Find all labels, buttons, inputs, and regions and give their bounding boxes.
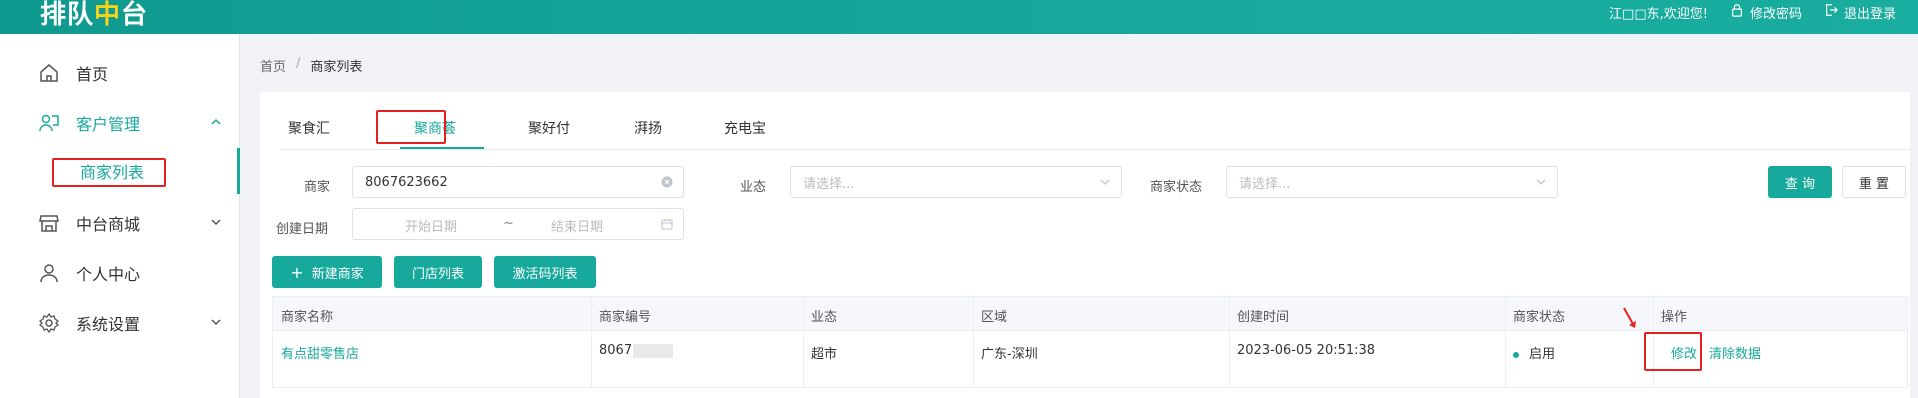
column-header-actions: 操作 xyxy=(1661,310,1688,325)
chevron-up-icon xyxy=(211,118,221,125)
sidebar-item-mall[interactable]: 中台商城 xyxy=(0,198,240,248)
tab-paiyang[interactable]: 湃扬 xyxy=(634,118,662,138)
date-start[interactable]: 开始日期 xyxy=(405,216,457,235)
column-header-business: 业态 xyxy=(811,310,838,325)
annotation-box-tab xyxy=(376,110,446,144)
annotation-box-edit xyxy=(1644,332,1702,371)
new-merchant-button[interactable]: + 新建商家 xyxy=(272,256,382,288)
tab-juhaofu[interactable]: 聚好付 xyxy=(528,118,570,138)
clear-icon[interactable] xyxy=(661,176,673,188)
breadcrumb-current: 商家列表 xyxy=(310,60,363,75)
created-cell: 2023-06-05 20:51:38 xyxy=(1237,343,1376,358)
date-separator: ~ xyxy=(503,216,514,231)
column-header-name: 商家名称 xyxy=(281,310,334,325)
gear-icon xyxy=(38,312,60,334)
top-header: 排队中台 江□□东,欢迎您! 修改密码 退出登录 xyxy=(0,0,1918,34)
merchant-number: 8067 xyxy=(599,343,674,358)
business-label: 业态 xyxy=(740,180,767,195)
column-header-status: 商家状态 xyxy=(1513,310,1566,325)
merchant-name-link[interactable]: 有点甜零售店 xyxy=(281,343,359,362)
app-logo: 排队中台 xyxy=(40,0,149,30)
plus-icon: + xyxy=(290,262,304,282)
column-header-number: 商家编号 xyxy=(599,310,652,325)
breadcrumb-home[interactable]: 首页 xyxy=(260,56,286,75)
calendar-icon xyxy=(661,219,673,230)
status-label: 商家状态 xyxy=(1150,180,1203,195)
clear-data-link[interactable]: 清除数据 xyxy=(1709,343,1761,362)
chevron-down-icon xyxy=(211,219,221,226)
logout-link[interactable]: 退出登录 xyxy=(1824,3,1896,22)
tab-bar: 聚食汇 聚商荟 聚好付 湃扬 充电宝 xyxy=(280,92,1910,150)
query-button[interactable]: 查 询 xyxy=(1768,166,1832,198)
status-dot xyxy=(1513,351,1519,358)
breadcrumb-separator: / xyxy=(296,56,301,71)
sidebar: 首页 客户管理 商家列表 中台商城 个人中心 系统设置 xyxy=(0,34,240,398)
sidebar-item-system-settings[interactable]: 系统设置 xyxy=(0,298,240,348)
active-tab-indicator xyxy=(400,147,484,149)
user-icon xyxy=(38,262,60,284)
status-cell: 启用 xyxy=(1513,343,1555,362)
sidebar-item-customer-management[interactable]: 客户管理 xyxy=(0,98,240,148)
chevron-down-icon xyxy=(211,319,221,326)
store-icon xyxy=(38,212,60,234)
column-header-created: 创建时间 xyxy=(1237,310,1290,325)
business-select[interactable]: 请选择... xyxy=(790,166,1122,198)
tab-power-bank[interactable]: 充电宝 xyxy=(724,118,766,138)
redacted-area xyxy=(633,343,674,358)
tab-jushihui[interactable]: 聚食汇 xyxy=(288,118,330,138)
merchant-input[interactable]: 8067623662 xyxy=(352,166,684,198)
chevron-down-icon xyxy=(1536,179,1546,185)
annotation-box-submenu xyxy=(52,158,166,187)
page-edge xyxy=(1910,92,1918,398)
change-password-link[interactable]: 修改密码 xyxy=(1730,3,1802,22)
store-list-button[interactable]: 门店列表 xyxy=(394,256,482,288)
welcome-text: 江□□东,欢迎您! xyxy=(1609,6,1708,22)
region-cell: 广东-深圳 xyxy=(981,347,1038,362)
activation-code-list-button[interactable]: 激活码列表 xyxy=(494,256,596,288)
lock-icon xyxy=(1730,3,1744,21)
sidebar-item-home[interactable]: 首页 xyxy=(0,48,240,98)
logout-icon xyxy=(1824,3,1838,21)
date-range-picker[interactable]: 开始日期 ~ 结束日期 xyxy=(352,208,684,240)
customer-icon xyxy=(38,112,60,134)
date-label: 创建日期 xyxy=(276,222,329,237)
column-header-region: 区域 xyxy=(981,310,1008,325)
business-cell: 超市 xyxy=(811,347,838,362)
sidebar-item-personal-center[interactable]: 个人中心 xyxy=(0,248,240,298)
date-end[interactable]: 结束日期 xyxy=(551,216,603,235)
reset-button[interactable]: 重 置 xyxy=(1842,166,1906,198)
annotation-arrow-icon xyxy=(1623,307,1636,328)
chevron-down-icon xyxy=(1100,179,1110,185)
merchant-label: 商家 xyxy=(304,180,331,195)
status-select[interactable]: 请选择... xyxy=(1226,166,1558,198)
breadcrumb: 首页 / 商家列表 xyxy=(260,56,362,75)
home-icon xyxy=(38,62,60,84)
